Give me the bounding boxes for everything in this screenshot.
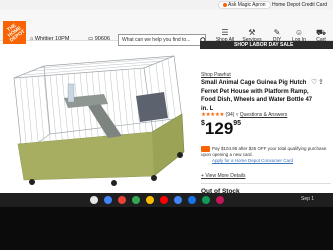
tools-icon: ✎ [273, 28, 281, 37]
youtube-icon[interactable] [160, 196, 168, 204]
sheets-icon[interactable] [202, 196, 210, 204]
top-strip: Ask Magic Apron Home Depot Credit Card [0, 0, 333, 10]
taskbar-status[interactable]: Sep 1 [301, 196, 314, 202]
photos-icon[interactable] [216, 196, 224, 204]
view-more-label: View More Details [205, 173, 246, 179]
store-selector[interactable]: ⌂ Whittier 10PM [30, 36, 69, 42]
store-name: Whittier 10PM [34, 36, 70, 42]
product-title: Small Animal Cage Guinea Pig Hutch Ferre… [201, 80, 313, 112]
star-rating: ★★★★★ [201, 112, 225, 118]
files-icon[interactable] [132, 196, 140, 204]
gmail-icon[interactable] [118, 196, 126, 204]
view-more-details-link[interactable]: + View More Details [201, 173, 246, 179]
zip-code: 90606 [94, 36, 111, 42]
plus-icon: + [201, 173, 204, 179]
search-input[interactable]: What can we help you find to... [118, 34, 206, 46]
apron-icon [223, 2, 227, 7]
price: $12995 [201, 120, 241, 139]
site-header: THE HOME DEPOT ⌂ Whittier 10PM ▭ 90606 W… [0, 10, 333, 46]
rating-row[interactable]: ★★★★★ (94) ▿ Questions & Answers [201, 112, 287, 118]
apply-card-link[interactable]: Apply for a Home Depot Consumer Card [201, 158, 331, 164]
logo-text: THE HOME DEPOT [5, 22, 26, 44]
credit-card-link[interactable]: Home Depot Credit Card [272, 2, 327, 8]
launcher-icon[interactable] [90, 196, 98, 204]
home-depot-logo[interactable]: THE HOME DEPOT [3, 21, 26, 44]
card-offer: Pay $104.95 after $25 OFF your total qua… [201, 146, 331, 163]
zip-selector[interactable]: ▭ 90606 [88, 36, 110, 42]
user-icon: ☺ [294, 28, 304, 37]
promo-banner[interactable]: SHOP LABOR DAY SALE [200, 41, 333, 49]
questions-answers-link[interactable]: Questions & Answers [240, 112, 288, 118]
browser-viewport: Ask Magic Apron Home Depot Credit Card T… [0, 0, 333, 237]
ask-apron-label: Ask Magic Apron [228, 2, 266, 8]
cart-icon: ⛟ [315, 28, 327, 37]
store-pin-icon: ⌂ [30, 36, 34, 42]
qa-icon: ▿ [235, 112, 239, 118]
truck-icon: ▭ [88, 36, 94, 42]
card-offer-text: Pay $104.95 after $25 OFF your total qua… [201, 146, 327, 157]
docs-icon[interactable] [146, 196, 154, 204]
chrome-icon[interactable] [104, 196, 112, 204]
share-icon[interactable]: ⇪ [318, 78, 324, 86]
ask-apron-button[interactable]: Ask Magic Apron [218, 1, 271, 9]
monitor-bezel [0, 207, 333, 250]
price-whole: 129 [204, 119, 234, 138]
menu-icon: ☰ [221, 28, 229, 37]
review-count[interactable]: (94) [226, 112, 235, 118]
product-image[interactable] [4, 48, 200, 188]
calendar-icon[interactable] [188, 196, 196, 204]
play-store-icon[interactable] [174, 196, 182, 204]
wrench-icon: ⚒ [248, 28, 256, 37]
heart-icon[interactable]: ♡ [311, 78, 317, 86]
price-cents: 95 [233, 120, 242, 127]
brand-link[interactable]: Shop Pawhut [201, 72, 231, 78]
divider [201, 183, 331, 184]
